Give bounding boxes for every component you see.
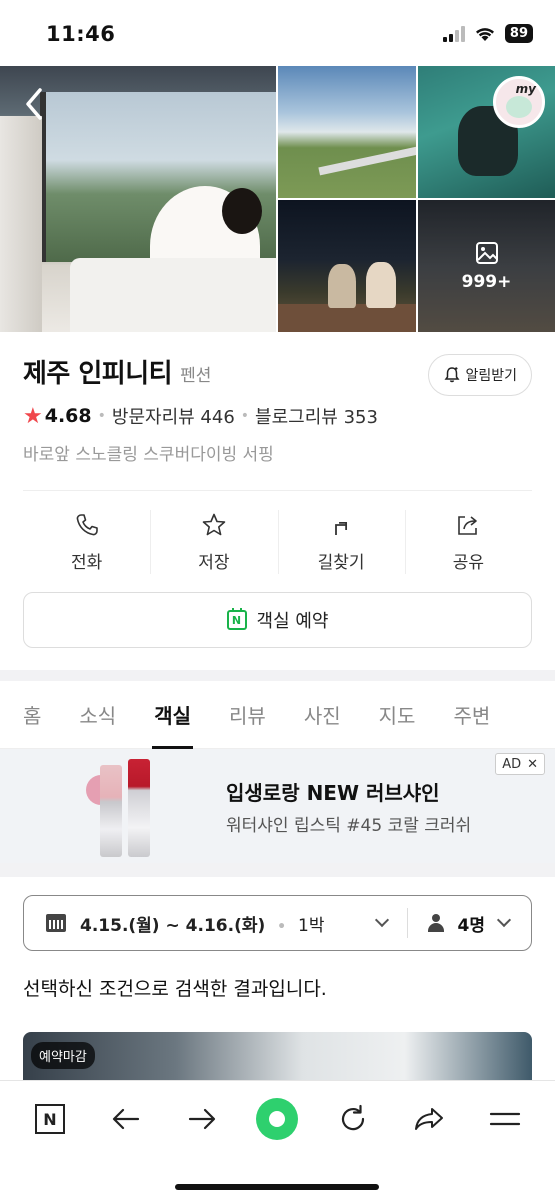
back-arrow-icon[interactable]: [20, 86, 50, 122]
avatar: [506, 96, 532, 118]
tab-news[interactable]: 소식: [79, 681, 116, 749]
divider: [23, 490, 532, 491]
photo-gallery[interactable]: my 999+: [0, 66, 555, 332]
ad-product-image: [86, 759, 166, 857]
arrow-left-icon: [112, 1108, 139, 1130]
green-dot-button[interactable]: [255, 1097, 299, 1141]
photo-thumbnail[interactable]: [278, 66, 416, 198]
section-separator: [0, 670, 555, 681]
sold-out-badge: 예약마감: [31, 1042, 95, 1069]
guest-count: 4명: [457, 915, 485, 936]
photo-thumbnail-more[interactable]: 999+: [418, 200, 555, 332]
refresh-icon: [342, 1104, 365, 1131]
save-button[interactable]: 저장: [150, 502, 277, 582]
naver-calendar-icon: N: [226, 608, 247, 630]
action-bar: 전화 저장 길찾기 공유: [23, 502, 532, 582]
person-icon: [427, 914, 444, 932]
directions-label: 길찾기: [317, 552, 365, 573]
ad-headline: 입생로랑 NEW 러브샤인: [226, 781, 440, 805]
browser-toolbar: N: [0, 1080, 555, 1200]
home-indicator: [175, 1184, 379, 1190]
search-result-notice: 선택하신 조건으로 검색한 결과입니다.: [23, 978, 327, 1000]
bell-icon: [444, 367, 460, 383]
wifi-icon: [475, 27, 494, 41]
alarm-button[interactable]: 알림받기: [428, 354, 532, 396]
save-label: 저장: [198, 552, 230, 573]
tab-reviews[interactable]: 리뷰: [229, 681, 266, 749]
phone-icon: [76, 513, 98, 535]
close-icon[interactable]: ✕: [527, 757, 538, 772]
my-profile-badge[interactable]: my: [493, 76, 545, 128]
ad-tag[interactable]: AD ✕: [495, 753, 545, 775]
naver-n-icon: N: [34, 1104, 65, 1134]
place-tags: 바로앞 스노클링 스쿠버다이빙 서핑: [23, 445, 274, 465]
tab-rooms[interactable]: 객실: [152, 681, 193, 749]
forward-button[interactable]: [180, 1097, 224, 1141]
ad-label: AD: [502, 756, 522, 772]
share-label: 공유: [452, 552, 485, 573]
ad-banner[interactable]: 입생로랑 NEW 러브샤인 워터샤인 립스틱 #45 코랄 크러쉬 AD ✕: [0, 749, 555, 863]
guest-picker[interactable]: 4명: [408, 911, 531, 936]
star-outline-icon: [202, 513, 226, 535]
call-button[interactable]: 전화: [23, 502, 150, 582]
tab-nearby[interactable]: 주변: [453, 681, 490, 749]
photo-count: 999+: [461, 272, 512, 292]
photo-thumbnail[interactable]: my: [418, 66, 555, 198]
green-dot-icon: [256, 1098, 299, 1140]
tab-photos[interactable]: 사진: [304, 681, 341, 749]
tab-home[interactable]: 홈: [23, 681, 41, 749]
share-icon: [458, 515, 478, 535]
share-arrow-icon: [415, 1108, 444, 1130]
booking-selector: 4.15.(월) ~ 4.16.(화) • 1박 4명: [23, 895, 532, 951]
arrow-right-icon: [188, 1108, 215, 1130]
date-picker[interactable]: 4.15.(월) ~ 4.16.(화) • 1박: [24, 911, 407, 936]
tab-map[interactable]: 지도: [379, 681, 416, 749]
call-label: 전화: [70, 552, 103, 573]
status-bar: 11:46 89: [0, 0, 555, 66]
menu-button[interactable]: [483, 1097, 527, 1141]
directions-icon: [335, 521, 348, 535]
share-page-button[interactable]: [407, 1097, 451, 1141]
calendar-icon: [46, 914, 66, 932]
chevron-down-icon: [496, 912, 512, 928]
cellular-signal-icon: [442, 25, 465, 42]
reserve-label: 객실 예약: [256, 611, 329, 632]
room-reserve-button[interactable]: N 객실 예약: [23, 592, 532, 648]
section-separator: [0, 863, 555, 877]
hamburger-menu-icon: [489, 1112, 521, 1126]
share-button[interactable]: 공유: [404, 502, 532, 582]
place-info: 제주 인피니티 펜션 알림받기 ★ 4.68 • 방문자리뷰 446 • 블로그…: [0, 332, 555, 465]
tab-bar: 홈 소식 객실 리뷰 사진 지도 주변: [0, 681, 555, 749]
image-gallery-icon: [475, 242, 498, 264]
alarm-label: 알림받기: [465, 368, 517, 384]
status-indicators: 89: [442, 24, 533, 43]
place-title: 제주 인피니티: [23, 358, 173, 389]
main-photo[interactable]: [0, 66, 276, 332]
photo-thumbnail[interactable]: [278, 200, 416, 332]
place-category: 펜션: [180, 365, 212, 386]
chevron-down-icon: [374, 912, 389, 928]
status-time: 11:46: [46, 22, 116, 46]
nights-count: 1박: [298, 915, 325, 936]
refresh-button[interactable]: [331, 1097, 375, 1141]
date-range: 4.15.(월) ~ 4.16.(화): [80, 915, 266, 936]
back-button[interactable]: [104, 1097, 148, 1141]
battery-indicator: 89: [504, 24, 533, 43]
naver-home-button[interactable]: N: [28, 1097, 72, 1141]
directions-button[interactable]: 길찾기: [277, 502, 405, 582]
ad-subline: 워터샤인 립스틱 #45 코랄 크러쉬: [226, 816, 472, 836]
